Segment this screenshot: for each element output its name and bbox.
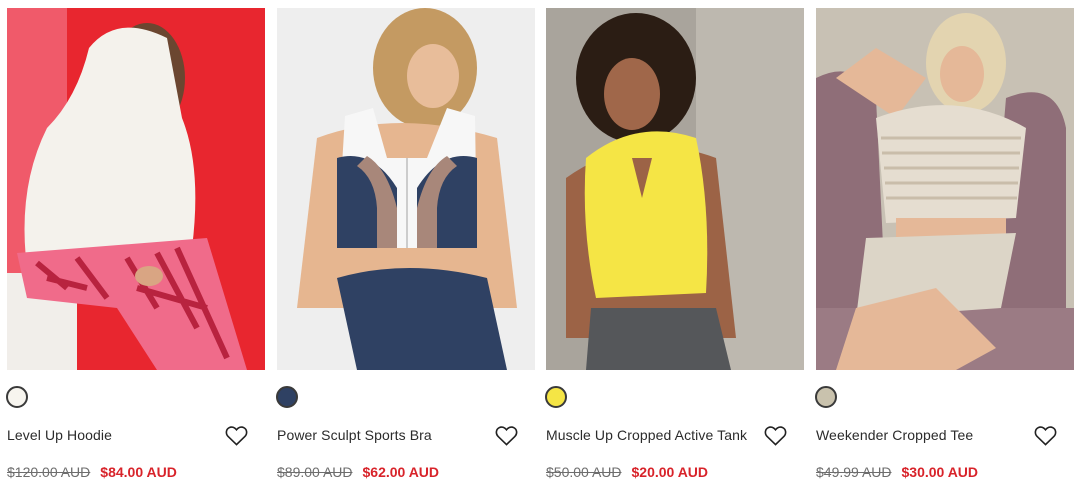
swatch-row [815,385,1074,409]
sale-price: $20.00 AUD [631,464,709,480]
title-row: Level Up Hoodie [7,422,265,448]
sale-price: $30.00 AUD [901,464,979,480]
heart-icon[interactable] [223,422,249,448]
price-row: $50.00 AUD $20.00 AUD [546,464,804,480]
swatch-row [545,385,804,409]
product-card: Weekender Cropped Tee $49.99 AUD $30.00 … [815,8,1074,480]
sale-price: $62.00 AUD [362,464,440,480]
swatch-row [6,385,265,409]
was-price: $49.99 AUD [816,464,892,480]
product-card: Power Sculpt Sports Bra $89.00 AUD $62.0… [276,8,535,480]
product-title[interactable]: Level Up Hoodie [7,427,112,443]
title-row: Muscle Up Cropped Active Tank [546,422,804,448]
product-image[interactable] [7,8,265,370]
color-swatch[interactable] [545,386,567,408]
was-price: $120.00 AUD [7,464,91,480]
product-grid: Level Up Hoodie $120.00 AUD $84.00 AUD P… [0,0,1080,494]
color-swatch[interactable] [6,386,28,408]
sale-price: $84.00 AUD [100,464,177,480]
heart-icon[interactable] [1032,422,1058,448]
product-image[interactable] [546,8,804,370]
color-swatch[interactable] [815,386,837,408]
product-title[interactable]: Power Sculpt Sports Bra [277,427,432,443]
swatch-row [276,385,535,409]
price-row: $49.99 AUD $30.00 AUD [816,464,1074,480]
product-title[interactable]: Weekender Cropped Tee [816,427,973,443]
was-price: $50.00 AUD [546,464,622,480]
was-price: $89.00 AUD [277,464,353,480]
product-image[interactable] [277,8,535,370]
product-title[interactable]: Muscle Up Cropped Active Tank [546,427,747,443]
product-card: Level Up Hoodie $120.00 AUD $84.00 AUD [6,8,265,480]
heart-icon[interactable] [762,422,788,448]
price-row: $120.00 AUD $84.00 AUD [7,464,265,480]
price-row: $89.00 AUD $62.00 AUD [277,464,535,480]
color-swatch[interactable] [276,386,298,408]
title-row: Power Sculpt Sports Bra [277,422,535,448]
product-image[interactable] [816,8,1074,370]
title-row: Weekender Cropped Tee [816,422,1074,448]
product-card: Muscle Up Cropped Active Tank $50.00 AUD… [545,8,804,480]
heart-icon[interactable] [493,422,519,448]
